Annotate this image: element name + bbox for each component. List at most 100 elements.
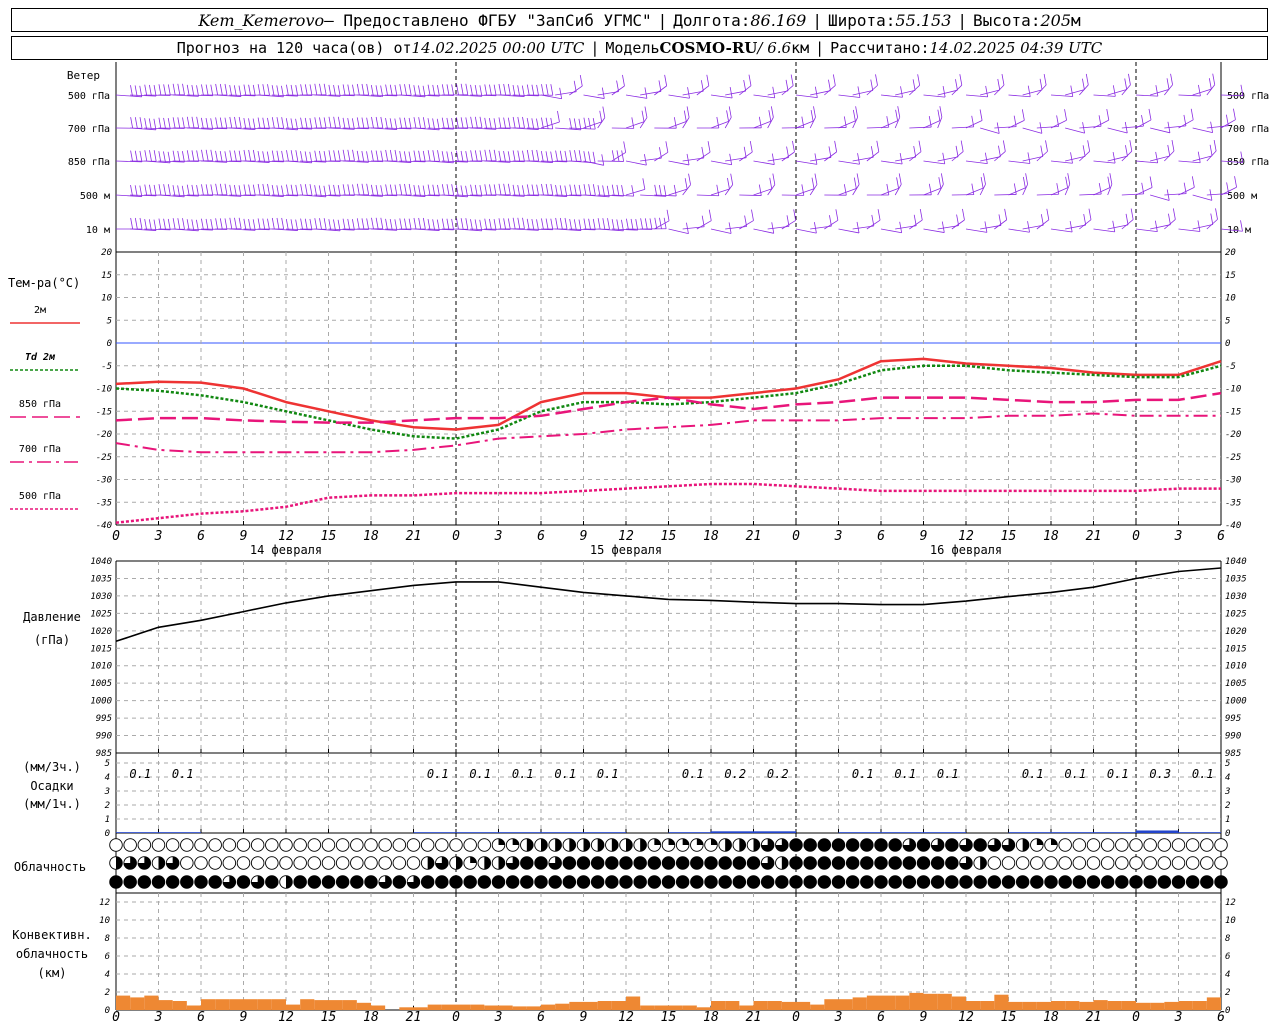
wind-barb-feather [484, 184, 488, 196]
wind-barb-feather [210, 118, 214, 130]
cloud-fill-part [427, 856, 434, 870]
pres-ytick-label-right: 1005 [1225, 679, 1247, 689]
wind-barb-staff [753, 188, 772, 196]
wind-barb-feather [1027, 85, 1031, 97]
wind-barb-feather [408, 151, 412, 163]
wind-barb-staff [753, 160, 775, 165]
cloud-fill-full [591, 875, 604, 889]
wind-level-label-right: 700 гПа [1227, 124, 1269, 135]
wind-barb-staff [583, 160, 604, 166]
cloud-symbol [1129, 838, 1143, 852]
wind-barb-feather [928, 183, 932, 195]
wind-barb-staff [625, 94, 647, 99]
wind-barb-feather [828, 146, 832, 158]
wind-barb-feather [541, 183, 544, 196]
wind-barb-feather [663, 185, 667, 197]
cloud-fill-full [718, 875, 732, 889]
wind-barb-feather [371, 217, 374, 229]
temp-ytick-label-right: -35 [1225, 498, 1241, 508]
cloud-fill-full [917, 838, 930, 852]
cloud-symbol [335, 856, 350, 870]
wind-barb-staff [937, 156, 959, 162]
wind-barb-feather [599, 110, 603, 122]
wind-barb-feather [1154, 220, 1158, 232]
temp-ytick-label: -5 [101, 362, 112, 372]
wind-barb-feather [399, 84, 403, 96]
wind-barb-feather [224, 83, 228, 96]
wind-barb-feather [182, 83, 185, 95]
cloud-symbol [1185, 856, 1200, 870]
convective-bar [470, 1004, 485, 1010]
cloud-symbol [151, 838, 166, 852]
conv-ytick-label: 0 [105, 1006, 110, 1016]
wind-barb-feather [389, 118, 393, 130]
wind-level-label-right: 10 м [1227, 225, 1251, 236]
temp-xtick-label: 18 [1043, 529, 1059, 544]
wind-barb-feather [418, 150, 421, 162]
precip-value-label: 0.1 [937, 767, 959, 781]
convective-bar [215, 999, 230, 1010]
temp-xtick-label: 15 [661, 529, 677, 544]
wind-barb-feather [1197, 220, 1201, 232]
cloud-fill-full [945, 856, 959, 870]
wind-barb-feather [337, 116, 341, 128]
wind-barb-feather [186, 116, 190, 128]
precip-value-label: 0.1 [682, 767, 704, 781]
wind-barb-feather [347, 118, 351, 130]
wind-barb-feather [130, 85, 133, 97]
wind-barb-feather [727, 177, 730, 190]
wind-barb-feather [939, 106, 943, 118]
temp-ytick-label-right: -20 [1225, 430, 1241, 440]
wind-barb-feather [814, 222, 817, 234]
wind-barb-feather [683, 110, 687, 122]
wind-barb-staff [838, 228, 860, 234]
wind-barb-staff [1178, 186, 1195, 196]
wind-barb-feather [793, 209, 797, 221]
conv-xtick-label: 15 [661, 1010, 677, 1024]
pres-ytick-label: 1005 [90, 679, 112, 689]
cloud-fill-part [611, 838, 619, 852]
wind-barb-feather [285, 118, 289, 130]
wind-barb-feather [366, 183, 370, 195]
wind-barb-staff [668, 160, 690, 166]
wind-barb-staff [1050, 119, 1067, 129]
wind-barb-feather [569, 218, 573, 231]
wind-barb-staff [1065, 224, 1086, 230]
wind-barb-feather [631, 117, 635, 129]
precip-bar [881, 832, 924, 833]
wind-barb-feather [559, 150, 563, 162]
wind-barb-feather [616, 150, 620, 162]
cloud-fill-full [945, 838, 959, 852]
wind-barb-feather [493, 149, 497, 161]
wind-barb-feather [309, 218, 313, 230]
wind-barb-feather [366, 151, 369, 163]
temp-ytick-label-right: -5 [1225, 362, 1236, 372]
wind-barb-feather [418, 117, 422, 129]
cloud-fill-part [725, 838, 732, 852]
wind-barb-feather [375, 150, 379, 162]
wind-barb-feather [503, 83, 507, 96]
conv-xtick-label: 3 [154, 1010, 163, 1024]
wind-barb-feather [224, 151, 228, 163]
cloud-fill-full [832, 856, 845, 870]
wind-barb-staff [1135, 187, 1153, 196]
convective-bar [753, 1001, 768, 1010]
wind-barb-feather [503, 151, 506, 163]
cloud-fill-full [322, 875, 335, 889]
cloud-symbol [364, 838, 378, 852]
wind-level-label-right: 500 м [1227, 191, 1257, 202]
wind-barb-feather [1106, 109, 1110, 121]
wind-barb-feather [1208, 78, 1212, 90]
wind-barb-feather [290, 150, 294, 162]
cloud-symbol [406, 838, 421, 852]
cloud-fill-full [973, 838, 987, 852]
precip-bar [668, 832, 711, 833]
cloud-symbol [1086, 856, 1101, 870]
conv-xtick-label: 0 [452, 1010, 460, 1024]
wind-barb-feather [394, 84, 398, 96]
pres-ytick-label: 1010 [90, 662, 112, 672]
wind-barb-staff [951, 126, 974, 129]
wind-barb-feather [673, 117, 677, 129]
temp-xtick-label: 15 [1001, 529, 1017, 544]
cloud-fill-full [1044, 875, 1058, 889]
